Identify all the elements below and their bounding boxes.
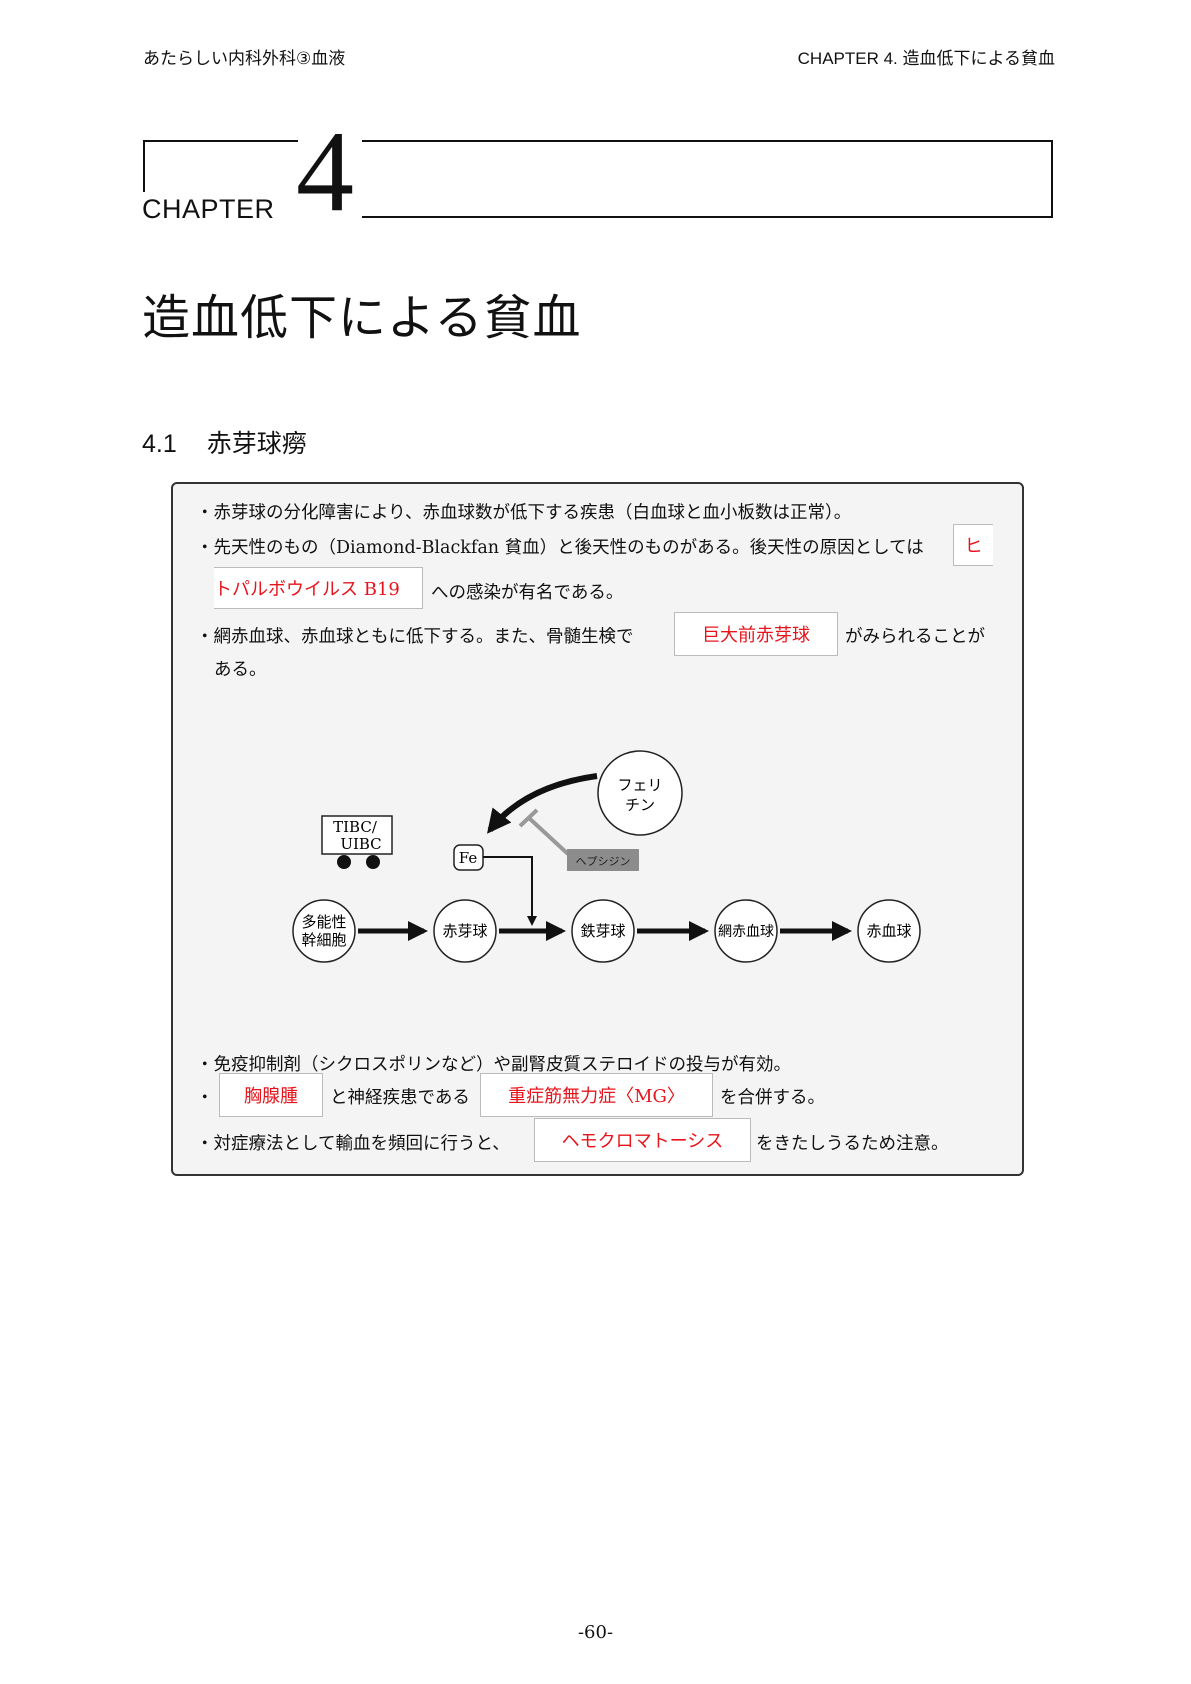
node-pluripotent-label-2: 幹細胞 [301,931,346,949]
node-sideroblast-label: 鉄芽球 [580,922,625,940]
section-number: 4.1 [142,430,177,458]
answer-blank-myasthenia-gravis[interactable]: 重症筋無力症〈MG〉 [480,1073,713,1117]
node-erythrocyte-label: 赤血球 [866,922,911,940]
erythropoiesis-diagram: フェリ チン ヘプシジン TIBC/ UIBC Fe 多能性 幹細胞 赤芽球 鉄… [285,738,925,972]
chapter-frame-left-line [143,140,145,192]
summary-line-2: ・先天性のもの（Diamond-Blackfan 貧血）と後天性のものがある。後… [196,538,924,558]
answer-blank-parvovirus-part2[interactable]: トパルボウイルス B19 [214,567,423,609]
answer-blank-parvovirus-part1[interactable]: ヒ [953,524,993,566]
node-reticulocyte-label: 網赤血球 [718,924,774,940]
summary-line-1: ・赤芽球の分化障害により、赤血球数が低下する疾患（白血球と血小板数は正常）。 [196,503,852,523]
page-number: -60- [577,1622,614,1643]
ferritin-label-1: フェリ [617,776,662,794]
tibc-label-1: TIBC/ [333,818,378,836]
tibc-wheel-left [337,855,351,869]
hepcidin-inhibition-line [527,816,570,856]
answer-blank-hemochromatosis[interactable]: ヘモクロマトーシス [534,1118,751,1162]
node-pluripotent-label-1: 多能性 [301,913,346,931]
chapter-title: 造血低下による貧血 [142,290,582,346]
node-erythroblast-label: 赤芽球 [442,922,487,940]
chapter-label: CHAPTER [142,194,275,224]
summary-line-3: への感染が有名である。 [431,583,624,603]
tibc-label-2: UIBC [340,835,381,853]
summary-line-4b: がみられることが [845,627,985,647]
section-heading: 4.1 赤芽球癆 [142,424,307,460]
summary-line-7b: を合併する。 [720,1088,825,1108]
hepcidin-label: ヘプシジン [576,855,631,868]
ferritin-to-fe-arrow [487,773,598,834]
running-header-right: CHAPTER 4. 造血低下による貧血 [797,49,1055,68]
answer-blank-giant-proerythroblast[interactable]: 巨大前赤芽球 [674,612,838,656]
summary-line-8b: をきたしうるため注意。 [756,1134,949,1154]
chapter-frame-top-line [143,140,298,142]
running-header-left: あたらしい内科外科③血液 [143,49,346,68]
answer-blank-thymoma[interactable]: 胸腺腫 [219,1073,323,1117]
fe-label: Fe [459,849,478,867]
summary-line-5: ある。 [214,660,267,680]
section-title: 赤芽球癆 [206,430,307,458]
diagram-svg: フェリ チン ヘプシジン TIBC/ UIBC Fe 多能性 幹細胞 赤芽球 鉄… [292,750,921,963]
summary-line-7-bullet: ・ [196,1088,214,1108]
summary-line-8a: ・対症療法として輸血を頻回に行うと、 [196,1134,510,1154]
chapter-number: 4 [296,108,354,236]
chapter-frame-box [362,140,1053,218]
summary-line-7a: と神経疾患である [330,1088,470,1108]
summary-line-4a: ・網赤血球、赤血球ともに低下する。また、骨髄生検で [196,627,634,647]
tibc-wheel-right [366,855,380,869]
ferritin-label-2: チン [625,796,655,814]
